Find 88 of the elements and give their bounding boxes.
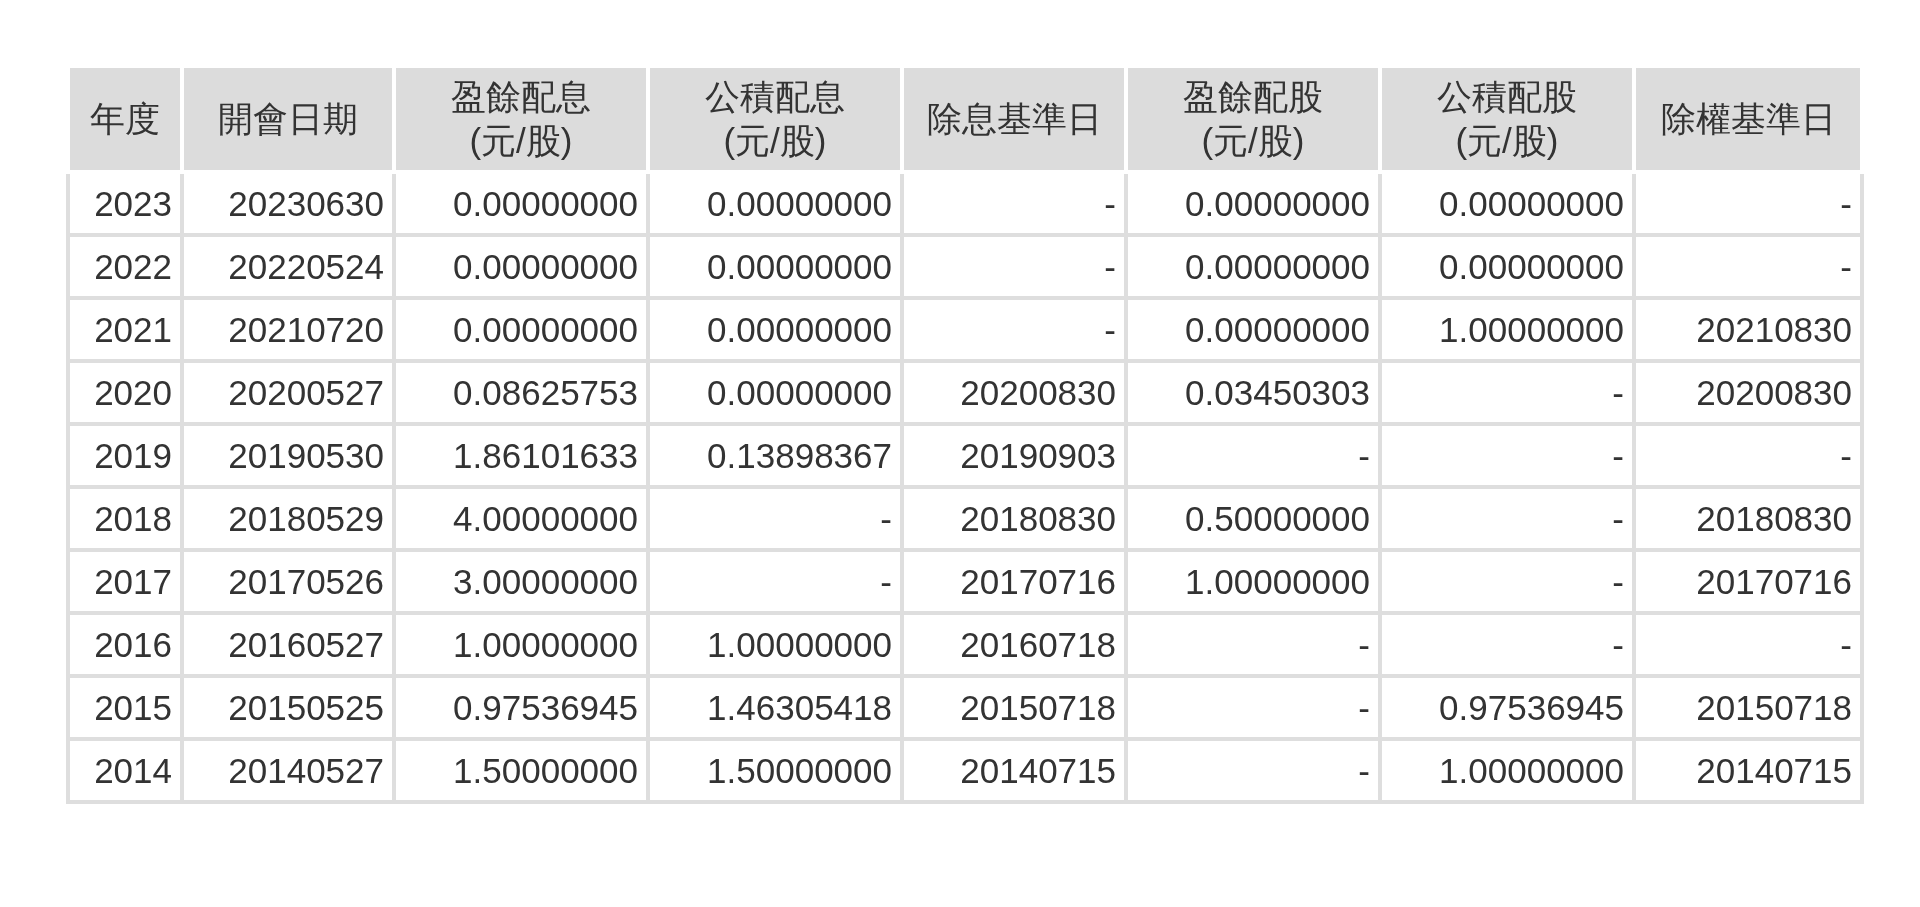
table-cell: -	[648, 487, 902, 550]
table-cell: 1.50000000	[648, 739, 902, 802]
table-cell: 2019	[68, 424, 182, 487]
table-cell: 20140715	[1634, 739, 1862, 802]
table-cell: 0.08625753	[394, 361, 648, 424]
table-cell: 20150525	[182, 676, 394, 739]
table-cell: 3.00000000	[394, 550, 648, 613]
table-cell: -	[902, 298, 1126, 361]
table-cell: 0.00000000	[648, 361, 902, 424]
table-cell: 2023	[68, 172, 182, 235]
table-cell: 1.00000000	[1380, 739, 1634, 802]
table-cell: -	[902, 235, 1126, 298]
table-cell: -	[1380, 613, 1634, 676]
table-cell: 20170716	[1634, 550, 1862, 613]
table-cell: -	[1126, 613, 1380, 676]
table-cell: 20210830	[1634, 298, 1862, 361]
table-cell: 0.97536945	[1380, 676, 1634, 739]
table-cell: -	[1380, 550, 1634, 613]
table-cell: 0.13898367	[648, 424, 902, 487]
table-cell: 20190903	[902, 424, 1126, 487]
table-cell: 20140715	[902, 739, 1126, 802]
table-cell: -	[1126, 424, 1380, 487]
table-cell: -	[1634, 235, 1862, 298]
table-cell: 0.50000000	[1126, 487, 1380, 550]
table-cell: 20200830	[1634, 361, 1862, 424]
table-cell: 20180830	[1634, 487, 1862, 550]
table-cell: 20140527	[182, 739, 394, 802]
table-cell: 2022	[68, 235, 182, 298]
table-cell: 20150718	[1634, 676, 1862, 739]
table-cell: 1.00000000	[1126, 550, 1380, 613]
table-cell: 20220524	[182, 235, 394, 298]
table-cell: -	[1634, 172, 1862, 235]
table-cell: 20230630	[182, 172, 394, 235]
table-cell: 20210720	[182, 298, 394, 361]
table-cell: -	[648, 550, 902, 613]
table-cell: 2020	[68, 361, 182, 424]
table-cell: -	[1380, 487, 1634, 550]
column-header: 公積配股 (元/股)	[1380, 66, 1634, 172]
table-cell: 2017	[68, 550, 182, 613]
table-cell: 20200527	[182, 361, 394, 424]
table-cell: 0.00000000	[1380, 172, 1634, 235]
table-cell: 0.00000000	[648, 172, 902, 235]
table-cell: 0.97536945	[394, 676, 648, 739]
table-cell: 1.00000000	[648, 613, 902, 676]
table-cell: 2018	[68, 487, 182, 550]
table-cell: 20160527	[182, 613, 394, 676]
table-cell: 1.00000000	[394, 613, 648, 676]
table-cell: 0.00000000	[394, 298, 648, 361]
table-cell: 4.00000000	[394, 487, 648, 550]
column-header: 開會日期	[182, 66, 394, 172]
table-cell: 0.00000000	[648, 235, 902, 298]
table-cell: 0.00000000	[394, 235, 648, 298]
table-cell: -	[1634, 613, 1862, 676]
table-cell: 1.46305418	[648, 676, 902, 739]
table-cell: 2014	[68, 739, 182, 802]
table-cell: 20170716	[902, 550, 1126, 613]
table-cell: -	[1126, 739, 1380, 802]
table-cell: 20170526	[182, 550, 394, 613]
column-header: 公積配息 (元/股)	[648, 66, 902, 172]
column-header: 盈餘配股 (元/股)	[1126, 66, 1380, 172]
table-cell: 2021	[68, 298, 182, 361]
table-cell: -	[902, 172, 1126, 235]
table-cell: 0.00000000	[1126, 235, 1380, 298]
table-cell: -	[1380, 424, 1634, 487]
table-cell: 20160718	[902, 613, 1126, 676]
column-header: 年度	[68, 66, 182, 172]
column-header: 盈餘配息 (元/股)	[394, 66, 648, 172]
table-cell: 0.00000000	[394, 172, 648, 235]
table-cell: 0.00000000	[1380, 235, 1634, 298]
table-cell: 20190530	[182, 424, 394, 487]
table-cell: 1.00000000	[1380, 298, 1634, 361]
table-cell: 0.03450303	[1126, 361, 1380, 424]
table-cell: -	[1380, 361, 1634, 424]
table-cell: 0.00000000	[648, 298, 902, 361]
table-cell: 0.00000000	[1126, 172, 1380, 235]
table-cell: 2016	[68, 613, 182, 676]
table-cell: 20180529	[182, 487, 394, 550]
table-cell: -	[1634, 424, 1862, 487]
table-cell: 20200830	[902, 361, 1126, 424]
table-cell: 0.00000000	[1126, 298, 1380, 361]
column-header: 除息基準日	[902, 66, 1126, 172]
table-cell: 1.86101633	[394, 424, 648, 487]
table-cell: 1.50000000	[394, 739, 648, 802]
column-header: 除權基準日	[1634, 66, 1862, 172]
table-cell: 20150718	[902, 676, 1126, 739]
table-cell: 20180830	[902, 487, 1126, 550]
table-cell: -	[1126, 676, 1380, 739]
table-cell: 2015	[68, 676, 182, 739]
